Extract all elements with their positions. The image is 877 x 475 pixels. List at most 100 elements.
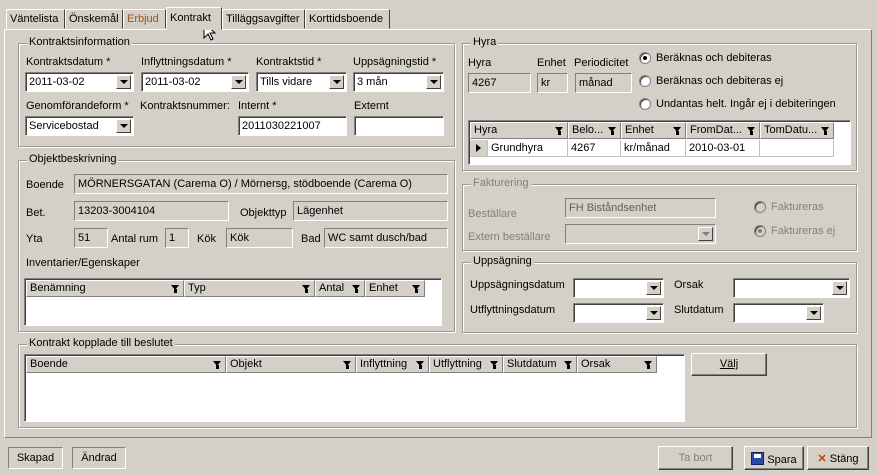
cell-tomdatum[interactable] — [760, 140, 834, 157]
internt-value: 2011030221007 — [242, 120, 321, 132]
col-boende[interactable]: Boende — [26, 356, 226, 373]
save-icon — [751, 452, 765, 465]
radio-beraknas-debiteras[interactable]: Beräknas och debiteras — [639, 52, 772, 64]
chevron-down-icon[interactable] — [646, 281, 661, 295]
chevron-down-icon[interactable] — [116, 75, 131, 89]
hyra-grid[interactable]: Hyra Belo... Enhet FromDat... TomDatu...… — [468, 120, 851, 165]
col-utflyttning[interactable]: Utflyttning — [429, 356, 503, 373]
chevron-down-icon[interactable] — [646, 306, 661, 320]
chevron-down-icon[interactable] — [116, 119, 131, 133]
group-title: Uppsägning — [471, 255, 534, 267]
radio-circle — [639, 52, 651, 64]
group-title: Kontraktsinformation — [27, 36, 132, 48]
col-enhet[interactable]: Enhet — [365, 280, 425, 297]
filter-icon[interactable] — [747, 127, 756, 135]
externt-field[interactable] — [354, 116, 444, 136]
orsak-label: Orsak — [674, 279, 704, 291]
filter-icon[interactable] — [213, 361, 222, 369]
radio-circle — [639, 98, 651, 110]
filter-icon[interactable] — [352, 285, 361, 293]
row-selector[interactable] — [470, 140, 488, 157]
inflyttningsdatum-field[interactable]: 2011-03-02 — [141, 72, 249, 92]
bet-field: 13203-3004104 — [74, 201, 229, 221]
utflyttningsdatum-field[interactable] — [573, 303, 664, 323]
stang-label: Stäng — [829, 453, 859, 465]
tab-erbjud[interactable]: Erbjud — [123, 9, 166, 29]
filter-icon[interactable] — [644, 361, 653, 369]
hyra-label: Hyra — [468, 57, 492, 69]
tab-tillaggsavgifter[interactable]: Tilläggsavgifter — [222, 9, 305, 29]
tab-onskemal[interactable]: Önskemål — [65, 9, 123, 29]
tab-kontrakt[interactable]: Kontrakt — [166, 7, 222, 30]
genomforandeform-select[interactable]: Servicebostad — [25, 116, 134, 136]
col-benamning[interactable]: Benämning — [26, 280, 184, 297]
filter-icon[interactable] — [416, 361, 425, 369]
bad-field: WC samt dusch/bad — [324, 228, 448, 248]
bestallare-label: Beställare — [468, 208, 517, 220]
cell-fromdatum[interactable]: 2010-03-01 — [686, 140, 760, 157]
col-belopp[interactable]: Belo... — [568, 122, 621, 139]
col-enhet[interactable]: Enhet — [621, 122, 686, 139]
filter-icon[interactable] — [555, 127, 564, 135]
col-antal[interactable]: Antal — [315, 280, 365, 297]
group-title: Objektbeskrivning — [27, 153, 119, 165]
filter-icon[interactable] — [302, 285, 311, 293]
uppsagningstid-value: 3 mån — [357, 76, 388, 88]
spara-button[interactable]: Spara — [744, 446, 804, 470]
orsak-select[interactable] — [733, 278, 850, 298]
genomforandeform-value: Servicebostad — [29, 120, 99, 132]
ta-bort-button[interactable]: Ta bort — [658, 446, 733, 470]
cell-enhet[interactable]: kr/månad — [621, 140, 686, 157]
stang-button[interactable]: ✕ Stäng — [807, 446, 869, 470]
col-hyra[interactable]: Hyra — [470, 122, 568, 139]
bestallare-value: FH Biståndsenhet — [569, 202, 657, 214]
filter-icon[interactable] — [490, 361, 499, 369]
filter-icon[interactable] — [171, 285, 180, 293]
valj-button[interactable]: Välj — [691, 353, 767, 376]
filter-icon[interactable] — [343, 361, 352, 369]
kopplade-grid[interactable]: Boende Objekt Inflyttning Utflyttning Sl… — [24, 354, 685, 422]
col-inflyttning[interactable]: Inflyttning — [356, 356, 429, 373]
col-orsak[interactable]: Orsak — [577, 356, 657, 373]
chevron-down-icon[interactable] — [698, 227, 713, 241]
radio-undantas[interactable]: Undantas helt. Ingår ej i debiteringen — [639, 98, 836, 110]
objekttyp-label: Objekttyp — [240, 207, 287, 219]
extern-bestallare-select[interactable] — [565, 224, 716, 244]
tab-vantelista[interactable]: Väntelista — [6, 9, 65, 29]
filter-icon[interactable] — [608, 127, 617, 135]
radio-faktureras[interactable]: Faktureras — [754, 201, 824, 213]
inventarier-grid[interactable]: Benämning Typ Antal Enhet — [24, 278, 442, 326]
radio-faktureras-ej[interactable]: Faktureras ej — [754, 225, 835, 237]
kontraktsdatum-field[interactable]: 2011-03-02 — [25, 72, 134, 92]
col-slutdatum[interactable]: Slutdatum — [503, 356, 577, 373]
objekttyp-value: Lägenhet — [297, 205, 343, 217]
chevron-down-icon[interactable] — [329, 75, 344, 89]
filter-icon[interactable] — [412, 285, 421, 293]
radio-beraknas-debiteras-ej[interactable]: Beräknas och debiteras ej — [639, 75, 783, 87]
valj-label: Välj — [719, 358, 739, 370]
slutdatum-field[interactable] — [733, 303, 824, 323]
radio-circle — [639, 75, 651, 87]
col-objekt[interactable]: Objekt — [226, 356, 356, 373]
uppsagningstid-select[interactable]: 3 mån — [353, 72, 444, 92]
internt-field[interactable]: 2011030221007 — [238, 116, 347, 136]
ta-bort-label: Ta bort — [678, 452, 713, 464]
chevron-down-icon[interactable] — [231, 75, 246, 89]
chevron-down-icon[interactable] — [426, 75, 441, 89]
kontraktstid-select[interactable]: Tills vidare — [256, 72, 347, 92]
tab-korttidsboende[interactable]: Korttidsboende — [305, 9, 390, 29]
inflyttningsdatum-label: Inflyttningsdatum * — [141, 56, 232, 68]
col-tomdatum[interactable]: TomDatu... — [760, 122, 834, 139]
bet-label: Bet. — [26, 207, 46, 219]
filter-icon[interactable] — [673, 127, 682, 135]
cell-belopp[interactable]: 4267 — [568, 140, 621, 157]
uppsagningsdatum-field[interactable] — [573, 278, 664, 298]
chevron-down-icon[interactable] — [832, 281, 847, 295]
filter-icon[interactable] — [821, 127, 830, 135]
filter-icon[interactable] — [564, 361, 573, 369]
chevron-down-icon[interactable] — [806, 306, 821, 320]
enhet-value: kr — [541, 77, 551, 89]
col-fromdatum[interactable]: FromDat... — [686, 122, 760, 139]
col-typ[interactable]: Typ — [184, 280, 315, 297]
cell-hyra[interactable]: Grundhyra — [488, 140, 568, 157]
